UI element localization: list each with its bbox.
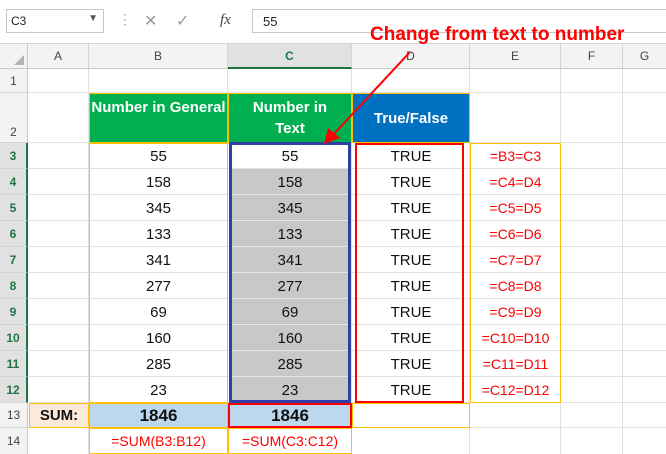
cell-b10[interactable]: 160 [89, 325, 228, 351]
annotation-text: Change from text to number [370, 24, 625, 45]
name-box-value: C3 [11, 14, 27, 28]
name-box[interactable]: C3 ▼ [6, 9, 104, 33]
enter-icon[interactable]: ✓ [176, 11, 189, 31]
row-header-8[interactable]: 8 [0, 273, 28, 299]
cell-b4[interactable]: 158 [89, 169, 228, 195]
insert-function-icon[interactable]: fx [220, 12, 231, 29]
column-header-b[interactable]: B [89, 44, 228, 69]
cell-e6[interactable]: =C6=D6 [470, 221, 561, 247]
header-number-in-general[interactable]: Number in General [89, 93, 228, 143]
cancel-icon[interactable]: ✕ [144, 11, 157, 31]
formula-bar-buttons: ✕ ✓ fx [128, 9, 248, 33]
cell-b9[interactable]: 69 [89, 299, 228, 325]
cell-c14-formula[interactable]: =SUM(C3:C12) [228, 428, 352, 454]
cell-e9[interactable]: =C9=D9 [470, 299, 561, 325]
cell-e5[interactable]: =C5=D5 [470, 195, 561, 221]
cell-e7[interactable]: =C7=D7 [470, 247, 561, 273]
select-all-corner[interactable] [0, 44, 28, 69]
row-header-7[interactable]: 7 [0, 247, 28, 273]
cell-c13-sum[interactable]: 1846 [228, 403, 352, 428]
column-header-g[interactable]: G [623, 44, 666, 69]
row-header-11[interactable]: 11 [0, 351, 28, 377]
row-header-6[interactable]: 6 [0, 221, 28, 247]
cell-b8[interactable]: 277 [89, 273, 228, 299]
row-header-10[interactable]: 10 [0, 325, 28, 351]
selection-range [229, 142, 351, 403]
column-header-e[interactable]: E [470, 44, 561, 69]
chevron-down-icon[interactable]: ▼ [88, 13, 98, 24]
row-header-3[interactable]: 3 [0, 143, 28, 169]
cell-e4[interactable]: =C4=D4 [470, 169, 561, 195]
cell-b6[interactable]: 133 [89, 221, 228, 247]
cell-b7[interactable]: 341 [89, 247, 228, 273]
cell-e3[interactable]: =B3=C3 [470, 143, 561, 169]
true-false-highlight [355, 143, 464, 403]
cell-b5[interactable]: 345 [89, 195, 228, 221]
row-header-14[interactable]: 14 [0, 428, 28, 454]
formula-input-value: 55 [263, 14, 278, 29]
sum-label[interactable]: SUM: [29, 403, 89, 428]
cell-b14-formula[interactable]: =SUM(B3:B12) [89, 428, 228, 454]
row-header-9[interactable]: 9 [0, 299, 28, 325]
row-header-1[interactable]: 1 [0, 69, 28, 93]
row-header-2[interactable]: 2 [0, 93, 28, 143]
spreadsheet-grid[interactable]: A B C D E F G 1 2 3 4 5 6 7 8 9 10 11 12… [0, 24, 666, 454]
row-header-13[interactable]: 13 [0, 403, 28, 428]
cell-e12[interactable]: =C12=D12 [470, 377, 561, 403]
annotation-arrow-icon [324, 51, 411, 144]
cell-b12[interactable]: 23 [89, 377, 228, 403]
cell-e8[interactable]: =C8=D8 [470, 273, 561, 299]
column-header-a[interactable]: A [28, 44, 89, 69]
cell-b11[interactable]: 285 [89, 351, 228, 377]
column-header-f[interactable]: F [561, 44, 623, 69]
cell-b13-sum[interactable]: 1846 [89, 403, 228, 428]
row-header-4[interactable]: 4 [0, 169, 28, 195]
cell-b3[interactable]: 55 [89, 143, 228, 169]
cell-e10[interactable]: =C10=D10 [470, 325, 561, 351]
cell-e11[interactable]: =C11=D11 [470, 351, 561, 377]
row-header-12[interactable]: 12 [0, 377, 28, 403]
d13-border [352, 403, 470, 428]
row-header-5[interactable]: 5 [0, 195, 28, 221]
